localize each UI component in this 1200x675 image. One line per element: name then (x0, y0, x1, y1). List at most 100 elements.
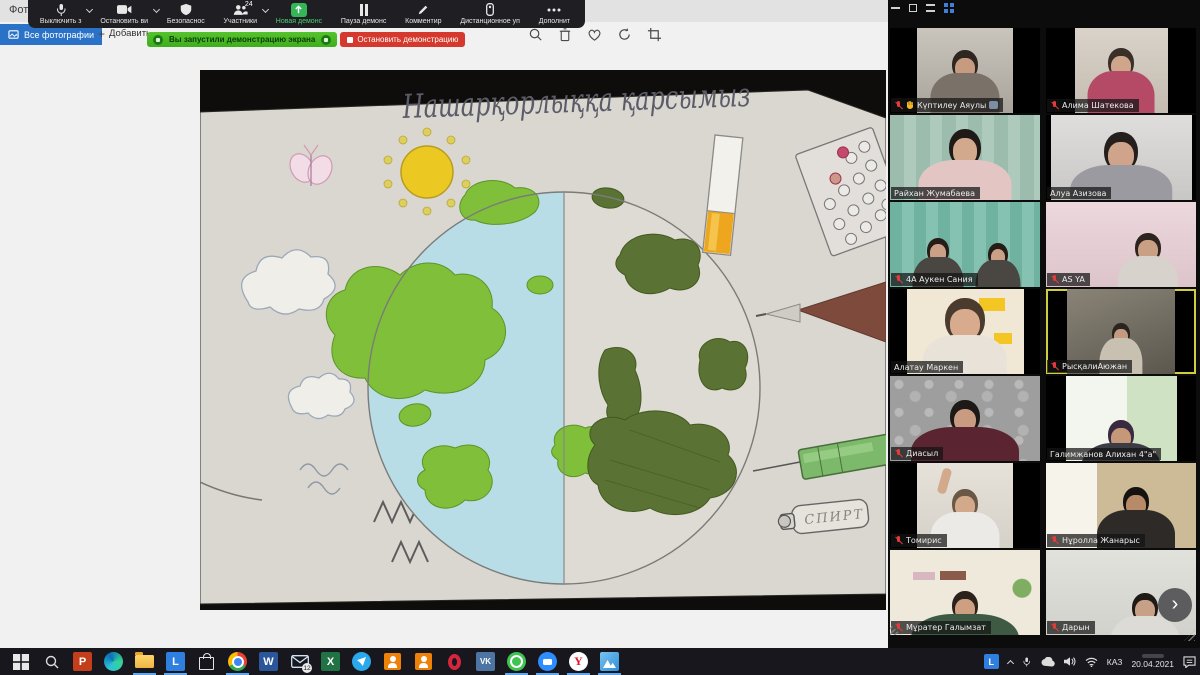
crop-icon[interactable] (647, 27, 662, 42)
whatsapp-icon[interactable] (501, 648, 532, 675)
new-share-button[interactable]: Новая демонс (268, 0, 333, 28)
remote-control-icon (486, 2, 494, 17)
hidden-icons-chevron[interactable] (1007, 659, 1014, 666)
stop-video-button[interactable]: Остановить ви (92, 0, 159, 28)
next-page-button[interactable]: › (1158, 588, 1192, 622)
mail-icon[interactable]: 12 (284, 648, 315, 675)
l-app-icon[interactable]: L (160, 648, 191, 675)
search-icon[interactable] (36, 648, 67, 675)
clock[interactable]: 20.04.2021 (1131, 654, 1174, 669)
mail-badge: 12 (302, 663, 312, 673)
edge-icon[interactable] (98, 648, 129, 675)
participant-tile[interactable]: Диасыл (890, 376, 1040, 461)
word-icon[interactable]: W (253, 648, 284, 675)
tray-microphone-icon[interactable] (1022, 656, 1031, 668)
stop-share-button[interactable]: Остановить демонстрацию (340, 32, 465, 47)
opera-icon[interactable] (439, 648, 470, 675)
microphone-icon (55, 2, 67, 17)
vk-icon[interactable]: VK (470, 648, 501, 675)
l-app-tray-icon[interactable]: L (984, 654, 999, 669)
microsoft-store-icon[interactable] (191, 648, 222, 675)
muted-mic-icon (1050, 275, 1059, 285)
participant-tile[interactable]: Мұратер Галымзат (890, 550, 1040, 635)
photo-stage: Нашарқорлыққа қарсымыз (200, 70, 886, 610)
participant-tile[interactable]: Алима Шатекова (1046, 28, 1196, 113)
participant-nameplate: РысқалиАюжан (1047, 360, 1132, 373)
wifi-icon[interactable] (1085, 657, 1098, 667)
system-tray: L КАЗ 20.04.2021 (984, 648, 1196, 675)
shield-icon (180, 2, 192, 17)
photos-app-window: Фото Все фотографии + Добавить (0, 0, 888, 648)
more-icon (547, 2, 561, 17)
participant-tile[interactable]: AS YA (1046, 202, 1196, 287)
powerpoint-icon[interactable]: P (67, 648, 98, 675)
check-icon (321, 35, 331, 45)
language-indicator[interactable]: КАЗ (1107, 657, 1123, 667)
participant-nameplate: Нұролла Жанарыс (1047, 534, 1145, 547)
muted-mic-icon (1050, 362, 1059, 372)
chrome-icon[interactable] (222, 648, 253, 675)
file-explorer-icon[interactable] (129, 648, 160, 675)
minimize-icon[interactable] (891, 7, 900, 9)
exit-fullscreen-icon[interactable] (909, 4, 917, 12)
muted-mic-icon (894, 100, 903, 110)
photo-collection-icon (8, 29, 19, 40)
participant-nameplate: Алуа Азизова (1047, 187, 1111, 199)
pause-share-button[interactable]: Пауза демонс (333, 0, 397, 28)
yandex-browser-icon[interactable]: Y (563, 648, 594, 675)
remote-control-button[interactable]: Дистанционное уп (452, 0, 530, 28)
telegram-icon[interactable] (346, 648, 377, 675)
muted-mic-icon (894, 536, 903, 546)
zoom-icon[interactable] (528, 27, 543, 42)
plus-icon: + (98, 29, 105, 39)
share-monitor-icon (153, 35, 163, 45)
participant-nameplate: Мұратер Галымзат (891, 621, 991, 634)
participant-tile[interactable]: Галимжанов Алихан 4"а" (1046, 376, 1196, 461)
participant-tile[interactable]: Алуа Азизова (1046, 115, 1196, 200)
participant-nameplate: Алатау Маркен (891, 361, 963, 373)
participant-tile[interactable]: Томирис (890, 463, 1040, 548)
rotate-icon[interactable] (617, 27, 632, 42)
gallery-view-icon[interactable] (944, 3, 954, 13)
add-button[interactable]: + Добавить (98, 28, 151, 39)
muted-mic-icon (894, 275, 903, 285)
onedrive-icon[interactable] (1040, 657, 1055, 667)
delete-icon[interactable] (558, 27, 572, 42)
share-screen-icon (291, 2, 307, 17)
zoom-app-icon[interactable] (532, 648, 563, 675)
participant-tile[interactable]: Күптилеу Аяулы (890, 28, 1040, 113)
screen-share-banner: Вы запустили демонстрацию экрана Останов… (147, 32, 465, 47)
muted-mic-icon (1050, 536, 1059, 546)
name-badge (989, 101, 998, 109)
participant-tile-active[interactable]: РысқалиАюжан (1046, 289, 1196, 374)
security-button[interactable]: Безопаснос (159, 0, 216, 28)
muted-mic-icon (894, 449, 903, 459)
muted-mic-icon (1050, 623, 1059, 633)
participant-nameplate: Дарын (1047, 621, 1095, 634)
video-grid: Күптилеу Аяулы Алима Шатекова Райхан Жум… (888, 27, 1200, 648)
notification-icon[interactable] (1183, 656, 1196, 668)
participant-tile[interactable]: Райхан Жумабаева (890, 115, 1040, 200)
photos-app-icon[interactable] (594, 648, 625, 675)
participant-nameplate: Диасыл (891, 447, 943, 460)
participant-nameplate: AS YA (1047, 273, 1090, 286)
excel-icon[interactable]: X (315, 648, 346, 675)
odnoklassniki-icon[interactable] (377, 648, 408, 675)
more-button[interactable]: Дополнит (531, 0, 581, 28)
mute-button[interactable]: Выключить з (32, 0, 92, 28)
volume-icon[interactable] (1064, 656, 1076, 667)
annotate-button[interactable]: Комментир (397, 0, 452, 28)
camera-icon (117, 2, 132, 17)
favorite-icon[interactable] (587, 28, 602, 42)
zoom-meeting-toolbar: Выключить з Остановить ви Безопаснос 24 … (28, 0, 585, 28)
participant-nameplate: Райхан Жумабаева (891, 187, 980, 199)
speaker-view-icon[interactable] (926, 4, 935, 12)
participant-tile[interactable]: Алатау Маркен (890, 289, 1040, 374)
participants-panel: Күптилеу Аяулы Алима Шатекова Райхан Жум… (888, 0, 1200, 648)
participants-button[interactable]: 24 Участники (216, 0, 268, 28)
odnoklassniki-icon-2[interactable] (408, 648, 439, 675)
share-status-pill: Вы запустили демонстрацию экрана (147, 32, 337, 47)
participant-tile[interactable]: 4А Аукен Сания (890, 202, 1040, 287)
participant-tile[interactable]: Нұролла Жанарыс (1046, 463, 1196, 548)
start-button[interactable] (5, 648, 36, 675)
